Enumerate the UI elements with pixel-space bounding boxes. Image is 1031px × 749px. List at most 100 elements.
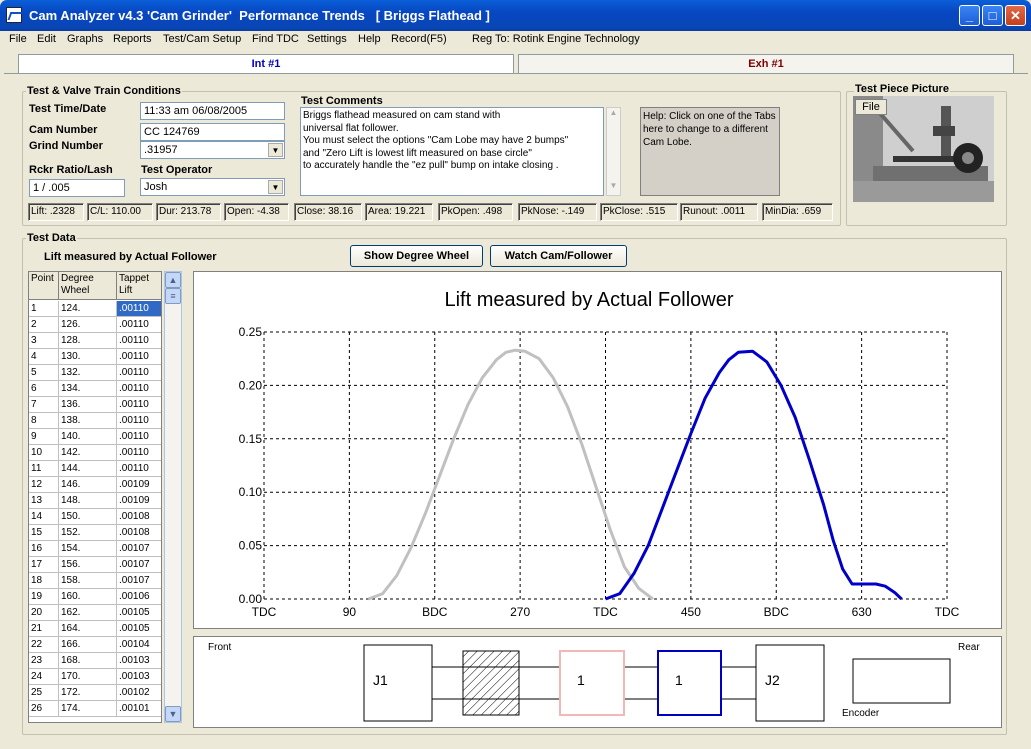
cell-point[interactable]: 16 [29,541,59,557]
table-row[interactable]: 14 150. .00108 [29,509,161,525]
cell-degree[interactable]: 136. [59,397,117,413]
cell-lift[interactable]: .00110 [117,413,161,429]
cell-point[interactable]: 26 [29,701,59,717]
cell-point[interactable]: 13 [29,493,59,509]
menu-graphs[interactable]: Graphs [67,33,103,45]
cell-degree[interactable]: 152. [59,525,117,541]
cell-point[interactable]: 3 [29,333,59,349]
table-row[interactable]: 18 158. .00107 [29,573,161,589]
cell-degree[interactable]: 134. [59,381,117,397]
lobe-int[interactable] [657,650,722,716]
cell-point[interactable]: 5 [29,365,59,381]
grind-number-select[interactable]: .31957 ▼ [140,141,285,159]
table-row[interactable]: 23 168. .00103 [29,653,161,669]
cell-lift[interactable]: .00109 [117,493,161,509]
menu-record[interactable]: Record(F5) [391,33,447,45]
table-row[interactable]: 7 136. .00110 [29,397,161,413]
cell-lift[interactable]: .00104 [117,637,161,653]
table-row[interactable]: 2 126. .00110 [29,317,161,333]
cell-degree[interactable]: 162. [59,605,117,621]
cell-lift[interactable]: .00110 [117,301,161,317]
cell-point[interactable]: 15 [29,525,59,541]
cell-degree[interactable]: 170. [59,669,117,685]
cell-degree[interactable]: 142. [59,445,117,461]
cell-lift[interactable]: .00110 [117,333,161,349]
cell-lift[interactable]: .00110 [117,349,161,365]
maximize-button[interactable]: □ [982,5,1003,26]
cell-point[interactable]: 17 [29,557,59,573]
test-operator-select[interactable]: Josh ▼ [140,178,285,196]
cell-point[interactable]: 7 [29,397,59,413]
menu-find-tdc[interactable]: Find TDC [252,33,299,45]
table-row[interactable]: 25 172. .00102 [29,685,161,701]
scroll-thumb[interactable]: ≡ [165,288,181,304]
table-row[interactable]: 13 148. .00109 [29,493,161,509]
cell-lift[interactable]: .00106 [117,589,161,605]
table-row[interactable]: 26 174. .00101 [29,701,161,717]
cell-degree[interactable]: 126. [59,317,117,333]
test-comments-field[interactable]: Briggs flathead measured on cam stand wi… [300,107,604,196]
chevron-down-icon[interactable]: ▼ [268,143,283,157]
cell-degree[interactable]: 160. [59,589,117,605]
scroll-up-icon[interactable]: ▲ [607,108,620,122]
table-row[interactable]: 4 130. .00110 [29,349,161,365]
table-row[interactable]: 11 144. .00110 [29,461,161,477]
cell-lift[interactable]: .00108 [117,509,161,525]
menu-test-cam-setup[interactable]: Test/Cam Setup [163,33,241,45]
table-row[interactable]: 21 164. .00105 [29,621,161,637]
cell-lift[interactable]: .00105 [117,605,161,621]
cell-point[interactable]: 23 [29,653,59,669]
cell-degree[interactable]: 144. [59,461,117,477]
cell-degree[interactable]: 150. [59,509,117,525]
table-row[interactable]: 24 170. .00103 [29,669,161,685]
cell-degree[interactable]: 140. [59,429,117,445]
close-button[interactable]: ✕ [1005,5,1026,26]
cell-lift[interactable]: .00109 [117,477,161,493]
cell-degree[interactable]: 158. [59,573,117,589]
menu-settings[interactable]: Settings [307,33,347,45]
cell-lift[interactable]: .00108 [117,525,161,541]
table-row[interactable]: 19 160. .00106 [29,589,161,605]
table-row[interactable]: 22 166. .00104 [29,637,161,653]
watch-cam-follower-button[interactable]: Watch Cam/Follower [490,245,627,267]
cell-point[interactable]: 25 [29,685,59,701]
cell-point[interactable]: 18 [29,573,59,589]
lobe-exh[interactable] [559,650,625,716]
minimize-button[interactable]: _ [959,5,980,26]
table-row[interactable]: 8 138. .00110 [29,413,161,429]
cell-lift[interactable]: .00105 [117,621,161,637]
scroll-down-icon[interactable]: ▼ [607,181,620,195]
table-row[interactable]: 16 154. .00107 [29,541,161,557]
cell-point[interactable]: 19 [29,589,59,605]
cell-point[interactable]: 24 [29,669,59,685]
cell-point[interactable]: 12 [29,477,59,493]
cell-lift[interactable]: .00103 [117,669,161,685]
file-button[interactable]: File [855,99,887,115]
table-row[interactable]: 3 128. .00110 [29,333,161,349]
cell-lift[interactable]: .00102 [117,685,161,701]
test-time-field[interactable]: 11:33 am 06/08/2005 [140,102,285,120]
cell-lift[interactable]: .00110 [117,317,161,333]
cell-lift[interactable]: .00103 [117,653,161,669]
column-header-degree[interactable]: Degree Wheel [59,272,117,300]
cell-lift[interactable]: .00107 [117,573,161,589]
cell-lift[interactable]: .00101 [117,701,161,717]
cell-point[interactable]: 4 [29,349,59,365]
table-row[interactable]: 9 140. .00110 [29,429,161,445]
cell-lift[interactable]: .00107 [117,557,161,573]
cell-point[interactable]: 14 [29,509,59,525]
cell-degree[interactable]: 156. [59,557,117,573]
cell-point[interactable]: 1 [29,301,59,317]
cell-point[interactable]: 2 [29,317,59,333]
cell-degree[interactable]: 138. [59,413,117,429]
table-row[interactable]: 6 134. .00110 [29,381,161,397]
data-table[interactable]: Point Degree Wheel Tappet Lift 1 124. .001… [28,271,162,723]
table-row[interactable]: 5 132. .00110 [29,365,161,381]
cell-point[interactable]: 20 [29,605,59,621]
table-row[interactable]: 12 146. .00109 [29,477,161,493]
menu-file[interactable]: File [9,33,27,45]
cell-degree[interactable]: 132. [59,365,117,381]
cell-degree[interactable]: 166. [59,637,117,653]
cell-lift[interactable]: .00110 [117,381,161,397]
scroll-up-icon[interactable]: ▲ [165,272,181,288]
